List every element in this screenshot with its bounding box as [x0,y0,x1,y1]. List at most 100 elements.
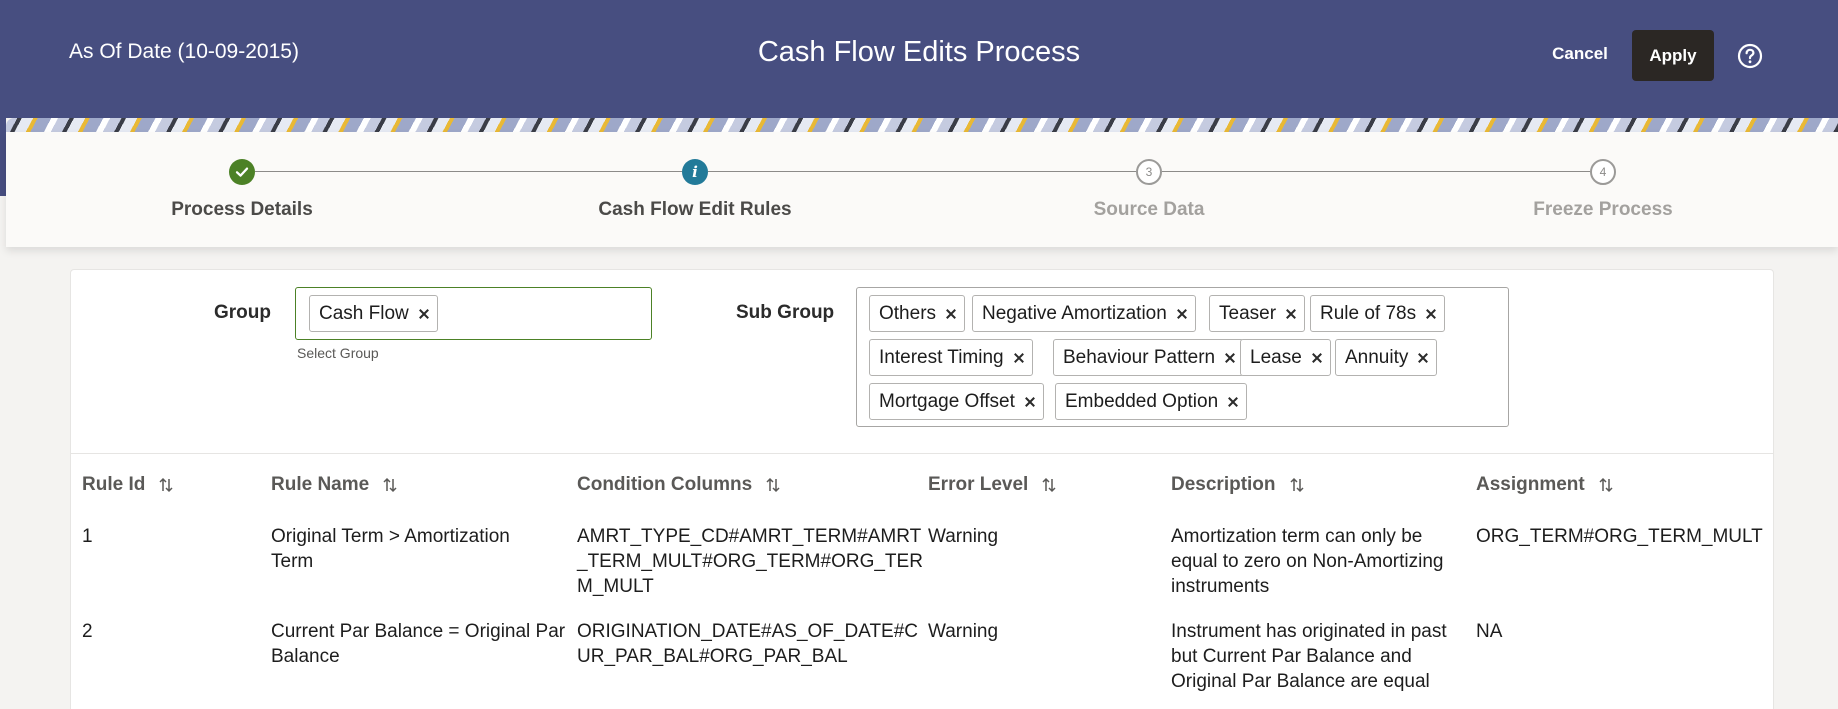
subgroup-chip: Lease [1240,339,1331,376]
group-select[interactable]: Cash Flow [295,287,652,340]
chip-label: Embedded Option [1065,390,1219,412]
cell-line: Term [271,551,314,572]
cell-error-level: Warning [928,621,999,642]
group-label: Group [214,302,271,323]
cell-rule-name: Original Term > Amortization Term [271,524,510,574]
cell-assignment: ORG_TERM#ORG_TERM_MULT [1476,526,1763,547]
step-label-process-details[interactable]: Process Details [92,199,392,221]
column-header-label: Description [1171,474,1276,495]
subgroup-chip: Others [869,295,966,332]
cell-condition-columns: AMRT_TYPE_CD#AMRT_TERM#AMRT _TERM_MULT#O… [577,524,923,599]
cell-condition-columns: ORIGINATION_DATE#AS_OF_DATE#C UR_PAR_BAL… [577,619,918,669]
cell-line: UR_PAR_BAL#ORG_PAR_BAL [577,646,848,667]
process-train: i 3 4 Process Details Cash Flow Edit Rul… [6,132,1838,247]
sort-icon [1042,477,1056,493]
chip-label: Behaviour Pattern [1063,346,1216,368]
subgroup-chip: Teaser [1209,295,1306,332]
cell-description: Amortization term can only be equal to z… [1171,524,1443,599]
train-connector [255,171,682,172]
column-header-label: Rule Name [271,474,370,495]
column-header-rule-name[interactable]: Rule Name [271,474,397,496]
column-header-label: Error Level [928,474,1029,495]
divider [71,453,1773,454]
cell-line: Amortization term can only be [1171,526,1423,547]
remove-chip-icon[interactable] [1221,349,1239,367]
chip-label: Lease [1250,346,1302,368]
subgroup-chip: Negative Amortization [972,295,1196,332]
cell-line: Original Term > Amortization [271,526,510,547]
cell-line: Balance [271,646,340,667]
sort-icon [159,477,173,493]
sort-icon [1599,477,1613,493]
remove-chip-icon[interactable] [1422,305,1440,323]
cell-line: instruments [1171,576,1270,597]
sort-icon [1290,477,1304,493]
cell-line: _TERM_MULT#ORG_TERM#ORG_TER [577,551,923,572]
remove-chip-icon[interactable] [415,305,433,323]
chip-label: Cash Flow [319,302,409,324]
step-3-marker[interactable]: 3 [1136,159,1162,185]
page-header: As Of Date (10-09-2015) Cash Flow Edits … [0,0,1838,118]
remove-chip-icon[interactable] [1308,349,1326,367]
remove-chip-icon[interactable] [942,305,960,323]
subgroup-chip: Rule of 78s [1310,295,1446,332]
cell-rule-id: 1 [82,526,93,547]
remove-chip-icon[interactable] [1173,305,1191,323]
chip-label: Others [879,302,937,324]
cell-line: ORIGINATION_DATE#AS_OF_DATE#C [577,621,919,642]
cell-assignment: NA [1476,621,1503,642]
cell-line: equal to zero on Non-Amortizing [1171,551,1444,572]
apply-button[interactable]: Apply [1632,30,1714,81]
chip-label: Rule of 78s [1320,302,1417,324]
column-header-label: Rule Id [82,474,146,495]
step-label-source-data[interactable]: Source Data [999,199,1299,221]
train-connector [1162,171,1590,172]
cell-line: M_MULT [577,576,654,597]
cell-rule-name: Current Par Balance = Original Par Balan… [271,619,565,669]
help-circle-icon[interactable] [1737,43,1763,69]
cell-line: Current Par Balance = Original Par [271,621,566,642]
step-current-info-icon[interactable]: i [682,159,708,185]
column-header-label: Assignment [1476,474,1585,495]
column-header-condition-columns[interactable]: Condition Columns [577,474,780,496]
cell-rule-id: 2 [82,621,93,642]
cell-description: Instrument has originated in past but Cu… [1171,619,1447,694]
sort-icon [766,477,780,493]
remove-chip-icon[interactable] [1282,305,1300,323]
cell-line: AMRT_TYPE_CD#AMRT_TERM#AMRT [577,526,922,547]
chip-label: Negative Amortization [982,302,1167,324]
step-label-cash-flow-edit-rules[interactable]: Cash Flow Edit Rules [545,199,845,221]
subgroup-select[interactable]: Others Negative Amortization Teaser Rule… [856,287,1509,427]
train-connector [708,171,1136,172]
cell-line: but Current Par Balance and [1171,646,1412,667]
column-header-assignment[interactable]: Assignment [1476,474,1613,496]
rules-panel: Group Cash Flow Select Group Sub Group O… [70,269,1774,709]
chip-label: Annuity [1345,346,1409,368]
cell-error-level: Warning [928,526,999,547]
subgroup-chip: Behaviour Pattern [1053,339,1245,376]
column-header-description[interactable]: Description [1171,474,1304,496]
group-helper-text: Select Group [297,345,379,361]
cell-line: Original Par Balance are equal [1171,671,1430,692]
chip-label: Mortgage Offset [879,390,1015,412]
remove-chip-icon[interactable] [1021,393,1039,411]
subgroup-chip: Mortgage Offset [869,383,1044,420]
subgroup-label: Sub Group [736,302,835,323]
cancel-button[interactable]: Cancel [1530,30,1630,78]
chip-label: Teaser [1219,302,1277,324]
subgroup-chip: Embedded Option [1055,383,1248,420]
remove-chip-icon[interactable] [1224,393,1242,411]
sort-icon [383,477,397,493]
decorative-banner [6,118,1838,133]
remove-chip-icon[interactable] [1010,349,1028,367]
subgroup-chip: Annuity [1335,339,1438,376]
step-completed-check-icon[interactable] [229,159,255,185]
check-icon [235,167,249,177]
column-header-error-level[interactable]: Error Level [928,474,1056,496]
column-header-rule-id[interactable]: Rule Id [82,474,173,496]
column-header-label: Condition Columns [577,474,753,495]
subgroup-chip: Interest Timing [869,339,1033,376]
remove-chip-icon[interactable] [1414,349,1432,367]
step-label-freeze-process[interactable]: Freeze Process [1453,199,1753,221]
step-4-marker[interactable]: 4 [1590,159,1616,185]
